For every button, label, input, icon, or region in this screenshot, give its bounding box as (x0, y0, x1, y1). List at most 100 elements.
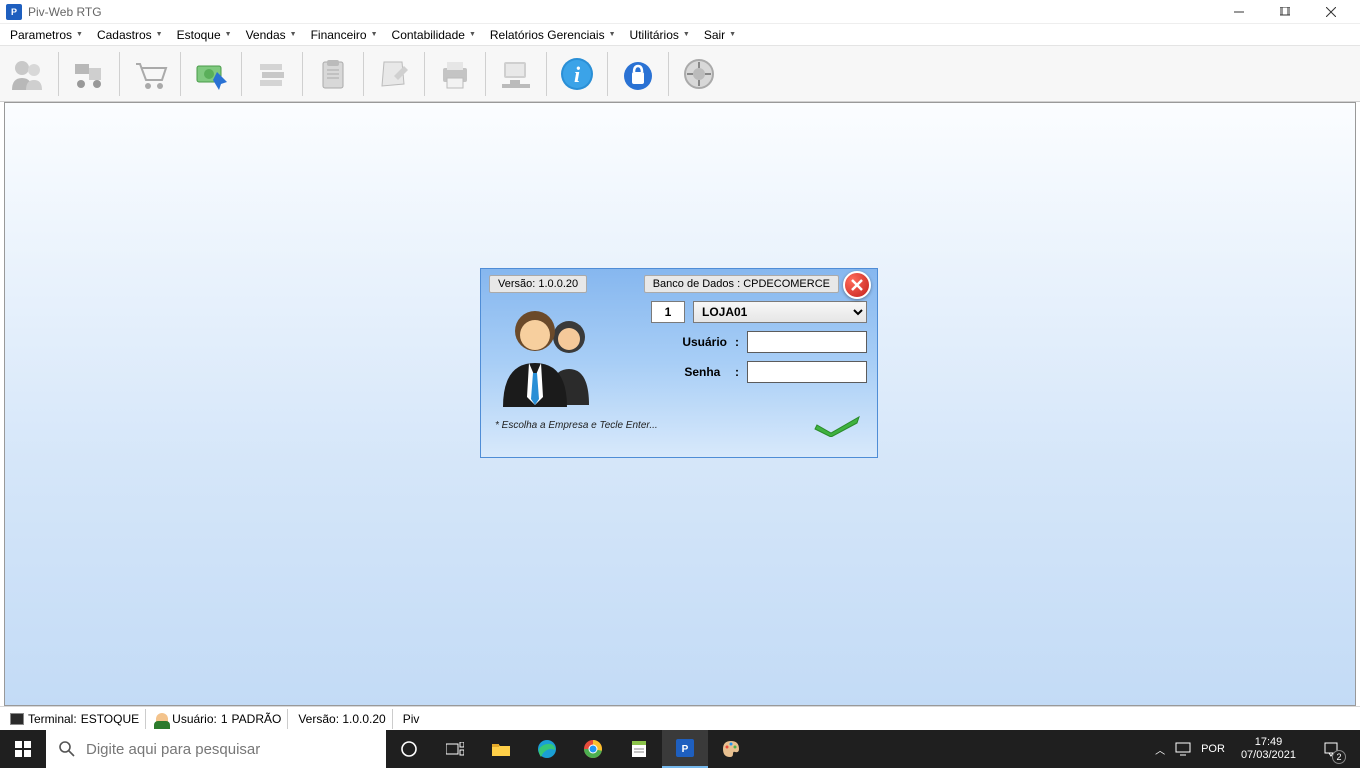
info-icon: i (557, 54, 597, 94)
toolbar-safe-button[interactable] (675, 50, 723, 98)
version-badge: Versão: 1.0.0.20 (489, 275, 587, 293)
login-close-button[interactable] (843, 271, 871, 299)
window-titlebar: P Piv-Web RTG (0, 0, 1360, 24)
menubar: Parametros▼ Cadastros▼ Estoque▼ Vendas▼ … (0, 24, 1360, 46)
login-confirm-button[interactable] (813, 413, 863, 437)
notification-badge: 2 (1332, 750, 1346, 764)
taskbar-edge[interactable] (524, 730, 570, 768)
books-icon (252, 54, 292, 94)
toolbar-users-button[interactable] (4, 50, 52, 98)
circle-icon (400, 740, 418, 758)
chevron-down-icon: ▼ (225, 31, 232, 38)
minimize-button[interactable] (1216, 0, 1262, 24)
app-icon: P (676, 739, 694, 757)
login-dialog: Versão: 1.0.0.20 Banco de Dados : CPDECO… (480, 268, 878, 458)
start-button[interactable] (0, 730, 46, 768)
password-input[interactable] (747, 361, 867, 383)
menu-utilitarios[interactable]: Utilitários▼ (624, 25, 696, 45)
tray-clock[interactable]: 17:49 07/03/2021 (1235, 736, 1302, 762)
users-icon (8, 54, 48, 94)
user-icon (156, 713, 168, 725)
menu-relatorios[interactable]: Relatórios Gerenciais▼ (484, 25, 622, 45)
menu-financeiro[interactable]: Financeiro▼ (305, 25, 384, 45)
taskview-icon (446, 742, 464, 756)
taskbar-explorer[interactable] (478, 730, 524, 768)
tray-monitor-icon[interactable] (1175, 742, 1191, 756)
app-icon: P (6, 4, 22, 20)
status-app: Piv (397, 709, 426, 729)
chevron-down-icon: ▼ (469, 31, 476, 38)
toolbar-cart-button[interactable] (126, 50, 174, 98)
chrome-icon (583, 739, 603, 759)
app-statusbar: Terminal: ESTOQUE Usuário: 1 PADRÃO Vers… (0, 706, 1360, 730)
tray-chevron-up-icon[interactable]: ︿ (1155, 742, 1165, 757)
toolbar-clipboard-button[interactable] (309, 50, 357, 98)
login-avatar-icon (491, 297, 611, 407)
tray-language[interactable]: POR (1201, 743, 1225, 755)
terminal-icon (10, 713, 24, 725)
note-icon (374, 54, 414, 94)
toolbar-computer-button[interactable] (492, 50, 540, 98)
palette-icon (721, 739, 741, 759)
user-label: Usuário (665, 335, 727, 349)
close-icon (851, 279, 863, 291)
menu-contabilidade[interactable]: Contabilidade▼ (386, 25, 482, 45)
computer-icon (496, 54, 536, 94)
tray-notifications[interactable]: 2 (1312, 730, 1350, 768)
taskbar-notepadpp[interactable] (616, 730, 662, 768)
toolbar-lock-button[interactable] (614, 50, 662, 98)
taskview-button[interactable] (432, 730, 478, 768)
company-select[interactable]: LOJA01 (693, 301, 867, 323)
chevron-down-icon: ▼ (371, 31, 378, 38)
lock-icon (618, 54, 658, 94)
system-tray: ︿ POR 17:49 07/03/2021 2 (1145, 730, 1360, 768)
database-badge: Banco de Dados : CPDECOMERCE (644, 275, 839, 293)
search-placeholder: Digite aqui para pesquisar (86, 741, 260, 758)
taskbar-paint[interactable] (708, 730, 754, 768)
close-button[interactable] (1308, 0, 1354, 24)
login-hint: * Escolha a Empresa e Tecle Enter... (495, 420, 658, 431)
chevron-down-icon: ▼ (76, 31, 83, 38)
toolbar-info-button[interactable]: i (553, 50, 601, 98)
toolbar-books-button[interactable] (248, 50, 296, 98)
toolbar-forklift-button[interactable] (65, 50, 113, 98)
taskbar-pivweb[interactable]: P (662, 730, 708, 768)
toolbar-money-button[interactable] (187, 50, 235, 98)
forklift-icon (69, 54, 109, 94)
status-user: Usuário: 1 PADRÃO (150, 709, 288, 729)
menu-sair[interactable]: Sair▼ (698, 25, 742, 45)
svg-text:i: i (574, 62, 581, 87)
username-input[interactable] (747, 331, 867, 353)
printer-icon (435, 54, 475, 94)
menu-parametros[interactable]: Parametros▼ (4, 25, 89, 45)
window-title: Piv-Web RTG (28, 5, 102, 19)
search-icon (58, 740, 76, 758)
taskbar-chrome[interactable] (570, 730, 616, 768)
chevron-down-icon: ▼ (729, 31, 736, 38)
windows-taskbar: Digite aqui para pesquisar P ︿ POR 17:49… (0, 730, 1360, 768)
chevron-down-icon: ▼ (609, 31, 616, 38)
safe-dial-icon (679, 54, 719, 94)
toolbar-note-button[interactable] (370, 50, 418, 98)
company-number-input[interactable] (651, 301, 685, 323)
status-terminal: Terminal: ESTOQUE (4, 709, 146, 729)
menu-estoque[interactable]: Estoque▼ (171, 25, 238, 45)
menu-vendas[interactable]: Vendas▼ (240, 25, 303, 45)
svg-text:P: P (682, 744, 689, 755)
taskbar-search[interactable]: Digite aqui para pesquisar (46, 730, 386, 768)
cart-icon (130, 54, 170, 94)
edge-icon (537, 739, 557, 759)
chevron-down-icon: ▼ (683, 31, 690, 38)
notepad-icon (630, 739, 648, 759)
cortana-button[interactable] (386, 730, 432, 768)
money-icon (191, 54, 231, 94)
menu-cadastros[interactable]: Cadastros▼ (91, 25, 169, 45)
maximize-button[interactable] (1262, 0, 1308, 24)
windows-icon (15, 741, 31, 757)
chevron-down-icon: ▼ (290, 31, 297, 38)
toolbar-print-button[interactable] (431, 50, 479, 98)
password-label: Senha (658, 365, 720, 379)
checkmark-icon (813, 413, 863, 437)
status-version: Versão: 1.0.0.20 (292, 709, 392, 729)
chevron-down-icon: ▼ (156, 31, 163, 38)
